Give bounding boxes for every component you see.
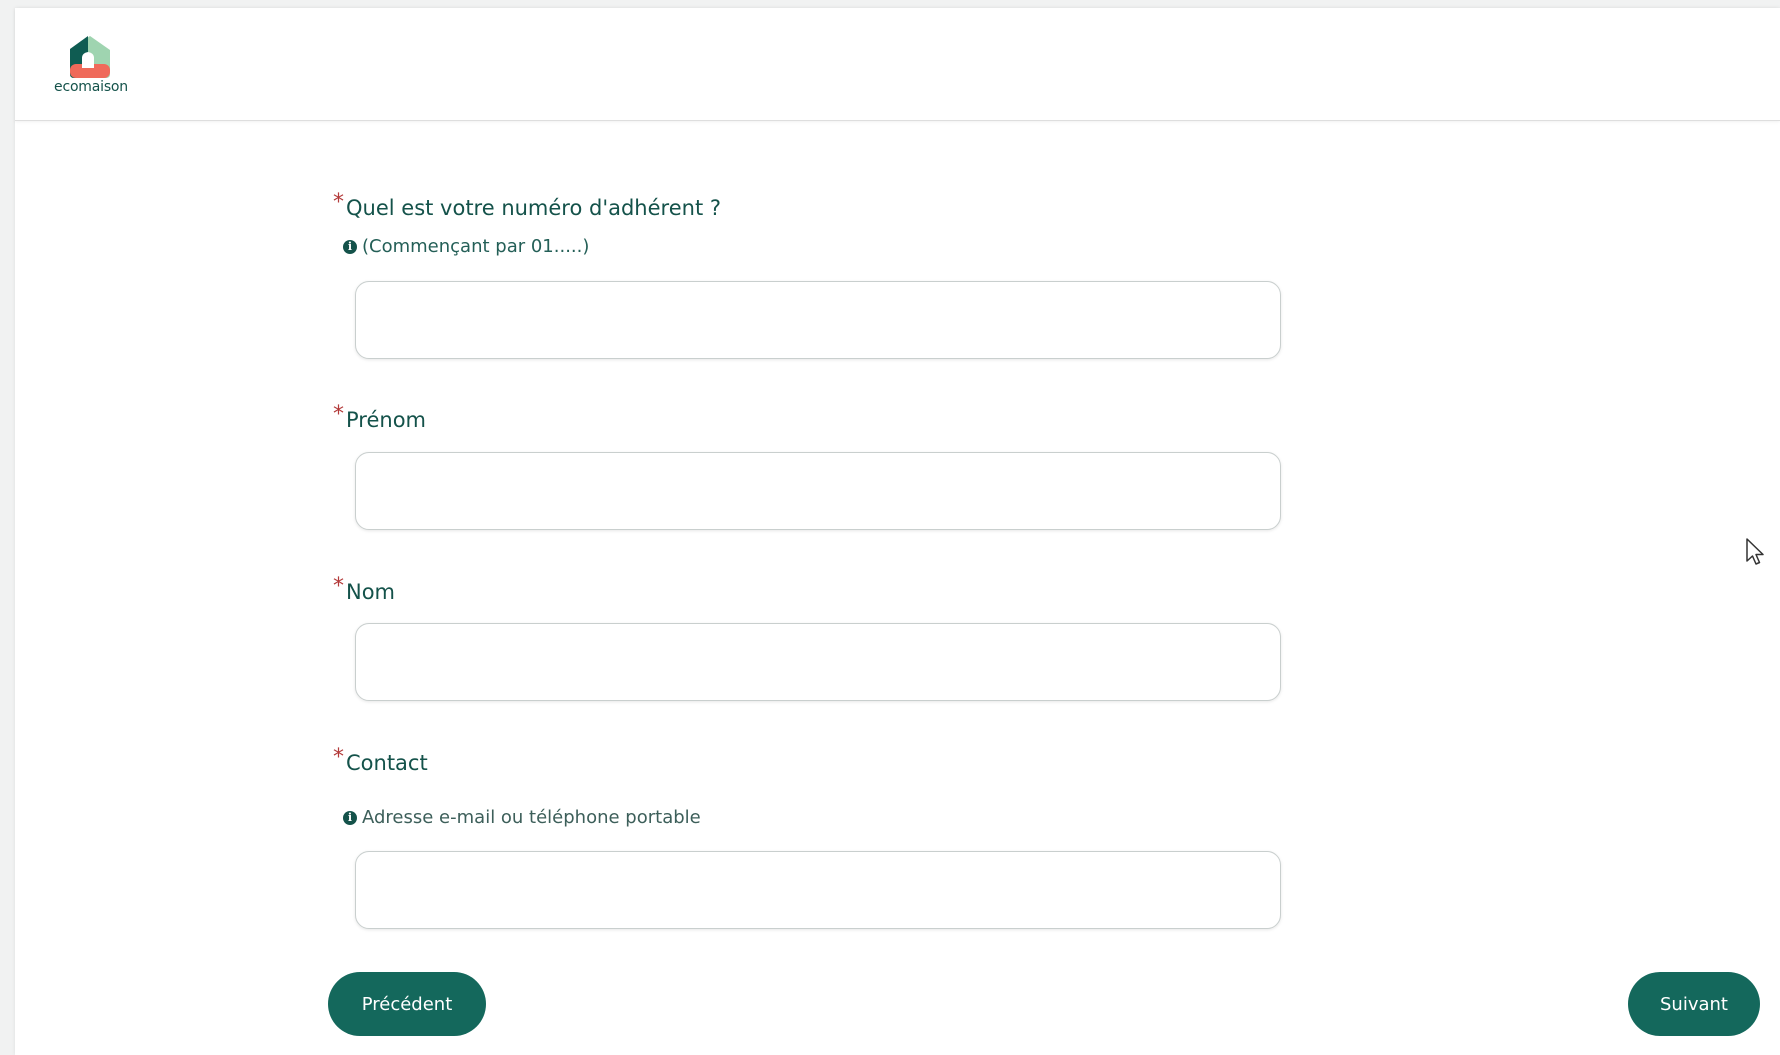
next-button[interactable]: Suivant xyxy=(1628,972,1760,1036)
member-number-input[interactable] xyxy=(355,281,1281,359)
last-name-label: *Nom xyxy=(333,574,396,605)
contact-hint-text: Adresse e-mail ou téléphone portable xyxy=(362,807,701,828)
required-mark: * xyxy=(333,402,344,427)
member-number-hint: i (Commençant par 01.....) xyxy=(343,236,589,257)
required-mark: * xyxy=(333,190,344,215)
contact-hint: i Adresse e-mail ou téléphone portable xyxy=(343,807,701,828)
first-name-input[interactable] xyxy=(355,452,1281,530)
brand-name: ecomaison xyxy=(54,79,128,95)
contact-input[interactable] xyxy=(355,851,1281,929)
contact-label-text: Contact xyxy=(346,751,428,775)
member-number-hint-text: (Commençant par 01.....) xyxy=(362,236,590,257)
house-logo-icon xyxy=(70,36,110,78)
required-mark: * xyxy=(333,745,344,770)
first-name-label-text: Prénom xyxy=(346,408,427,432)
info-icon: i xyxy=(343,239,357,254)
last-name-label-text: Nom xyxy=(346,580,396,604)
first-name-label: *Prénom xyxy=(333,402,427,433)
last-name-input[interactable] xyxy=(355,623,1281,701)
member-number-label-text: Quel est votre numéro d'adhérent ? xyxy=(346,196,721,220)
required-mark: * xyxy=(333,574,344,599)
previous-button[interactable]: Précédent xyxy=(328,972,486,1036)
member-number-label: *Quel est votre numéro d'adhérent ? xyxy=(333,190,721,221)
info-icon: i xyxy=(343,810,357,825)
page-frame: ecomaison *Quel est votre numéro d'adhér… xyxy=(15,8,1780,1055)
brand-logo[interactable]: ecomaison xyxy=(48,32,134,102)
mouse-pointer-icon xyxy=(1746,538,1764,565)
contact-label: *Contact xyxy=(333,745,428,776)
header: ecomaison xyxy=(15,8,1780,121)
